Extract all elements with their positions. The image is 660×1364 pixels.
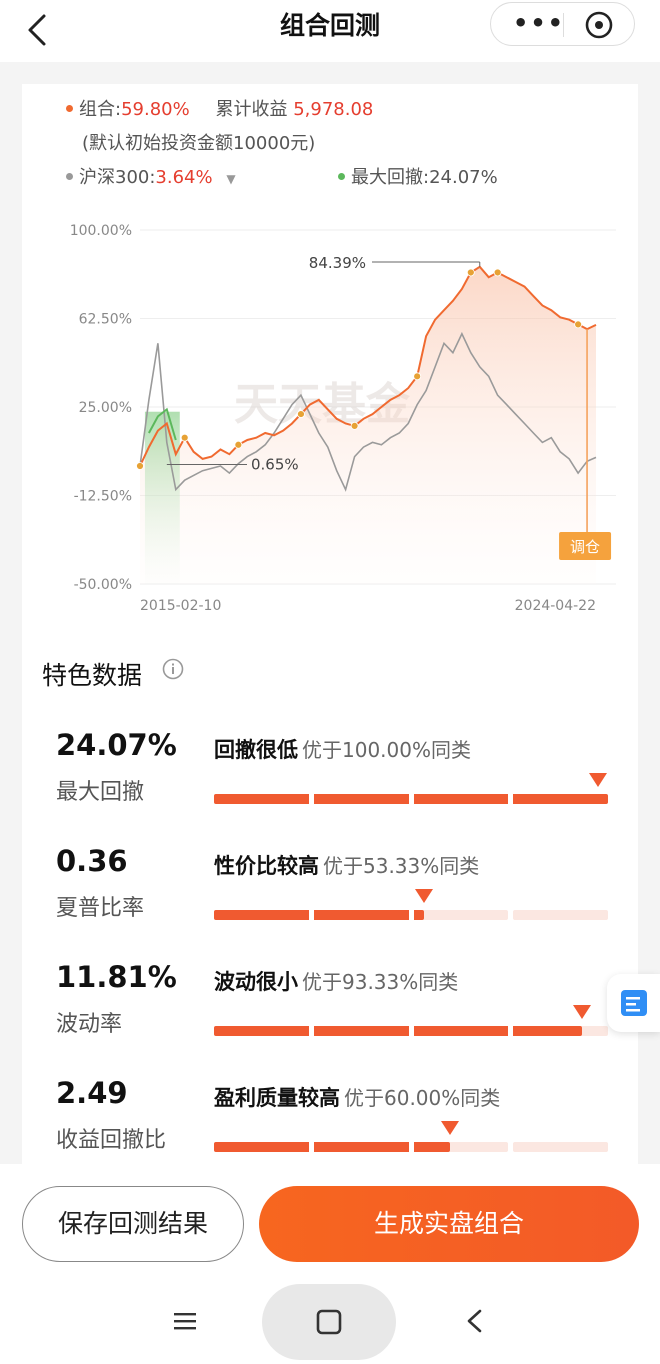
metric-value: 2.49 [56, 1076, 128, 1110]
legend-note: (默认初始投资金额10000元) [82, 133, 316, 154]
y-tick-label: -50.00% [74, 577, 132, 593]
rebalance-dot [413, 372, 422, 381]
home-square-icon [316, 1309, 342, 1335]
x-end-label: 2024-04-22 [515, 598, 596, 614]
metric-value: 24.07% [56, 728, 177, 762]
header-bar: 组合回测 ••• [0, 0, 660, 62]
bottom-action-bar: 保存回测结果 生成实盘组合 [0, 1164, 660, 1364]
bar-fill [214, 1026, 582, 1036]
pointer-shape [589, 773, 607, 787]
rebalance-dot [466, 268, 475, 277]
rebalance-dot [136, 462, 144, 470]
bar-segment [513, 1142, 608, 1152]
bar-fill [214, 1142, 451, 1152]
pointer-shape [415, 889, 434, 903]
save-result-button[interactable]: 保存回测结果 [22, 1186, 244, 1262]
bar-segment [513, 910, 608, 920]
drawdown-dot-icon [338, 172, 345, 180]
bar-gap [408, 1142, 414, 1152]
bar-gap [408, 910, 414, 920]
metric-sharpe-ratio: 0.36 夏普比率 性价比较高 优于53.33%同类 [22, 844, 638, 960]
metric-label: 最大回撤 [56, 780, 145, 805]
metric-max-drawdown: 24.07% 最大回撤 回撤很低 优于100.00%同类 [22, 728, 638, 844]
bar-gap [308, 1142, 314, 1152]
portfolio-dot-icon [66, 104, 73, 112]
metric-rating: 波动很小 优于93.33%同类 [214, 970, 459, 994]
rebalance-dot [574, 320, 583, 329]
home-button[interactable] [262, 1284, 396, 1360]
bar-gap [508, 1142, 514, 1152]
chart-svg: 天天基金 100.00%62.50%25.00%-12.50%-50.00% 8… [70, 223, 616, 614]
rebalance-dot [297, 410, 305, 418]
metric-bar [214, 1005, 608, 1036]
metric-label: 夏普比率 [56, 896, 145, 921]
metric-volatility: 11.81% 波动率 波动很小 优于93.33%同类 [22, 960, 638, 1076]
metric-bar [214, 889, 608, 920]
bar-gap [408, 1026, 414, 1036]
bar-gap [408, 794, 414, 804]
bar-fill [214, 910, 425, 920]
floating-note-button[interactable] [607, 974, 660, 1032]
rebalance-dot [180, 433, 189, 442]
pointer-triangle-icon [441, 1121, 460, 1135]
peak-label: 84.39% [309, 254, 366, 272]
metric-rating: 回撤很低 优于100.00%同类 [214, 738, 471, 762]
portfolio-area [140, 266, 596, 584]
menu-icon[interactable] [168, 1304, 202, 1338]
pointer-triangle-icon [415, 889, 434, 903]
bar-gap [308, 794, 314, 804]
benchmark-dot-icon [66, 172, 73, 180]
features-title: 特色数据 [42, 661, 143, 690]
pointer-shape [572, 1005, 591, 1019]
legend-portfolio: 组合:59.80% 累计收益 5,978.08 [66, 98, 373, 122]
rebalance-dot [234, 440, 243, 449]
system-nav-bar [0, 1284, 660, 1364]
y-tick-label: -12.50% [74, 489, 132, 505]
caret-down-icon[interactable]: ▼ [226, 172, 235, 186]
metric-bar [214, 773, 608, 804]
metric-label: 波动率 [56, 1012, 123, 1037]
nav-back-icon[interactable] [460, 1304, 490, 1338]
mini-program-capsule: ••• [490, 2, 635, 46]
metric-value: 0.36 [56, 844, 128, 878]
metric-rating: 盈利质量较高 优于60.00%同类 [214, 1086, 501, 1110]
close-circle-icon[interactable] [583, 9, 615, 41]
backtest-chart[interactable]: 天天基金 100.00%62.50%25.00%-12.50%-50.00% 8… [22, 214, 638, 624]
bar-segment [413, 910, 509, 920]
rebalance-dot [350, 421, 359, 430]
metric-value: 11.81% [56, 960, 177, 994]
trough-label: 0.65% [251, 455, 299, 473]
bar-gap [508, 794, 514, 804]
legend-drawdown: 最大回撤:24.07% [338, 166, 498, 190]
more-dots-icon[interactable]: ••• [513, 8, 565, 38]
x-start-label: 2015-02-10 [140, 598, 221, 614]
pointer-triangle-icon [589, 773, 607, 787]
generate-portfolio-button[interactable]: 生成实盘组合 [259, 1186, 639, 1262]
y-tick-label: 25.00% [79, 400, 132, 416]
y-tick-label: 62.50% [79, 312, 132, 328]
metric-rating: 性价比较高 优于53.33%同类 [214, 854, 480, 878]
bar-gap [508, 910, 514, 920]
info-icon[interactable] [162, 658, 184, 680]
benchmark-return: 3.64% [155, 167, 213, 188]
legend-benchmark[interactable]: 沪深300:3.64% ▼ [66, 166, 236, 191]
portfolio-return: 59.80% [121, 99, 190, 120]
bar-gap [308, 910, 314, 920]
metric-label: 收益回撤比 [56, 1128, 167, 1153]
pointer-shape [441, 1121, 460, 1135]
bar-gap [508, 1026, 514, 1036]
document-icon [621, 990, 647, 1016]
y-tick-label: 100.00% [70, 223, 132, 239]
bar-gap [308, 1026, 314, 1036]
y-axis-ticks: 100.00% 62.50% 25.00% -12.50% -50.00% [70, 223, 132, 593]
cumulative-return: 5,978.08 [293, 99, 374, 120]
rebalance-label: 调仓 [570, 538, 600, 556]
metric-bar [214, 1121, 608, 1152]
pointer-triangle-icon [572, 1005, 591, 1019]
backtest-card: 组合:59.80% 累计收益 5,978.08 (默认初始投资金额10000元)… [22, 84, 638, 1164]
capsule-divider [563, 13, 564, 37]
rebalance-dot [493, 268, 502, 277]
